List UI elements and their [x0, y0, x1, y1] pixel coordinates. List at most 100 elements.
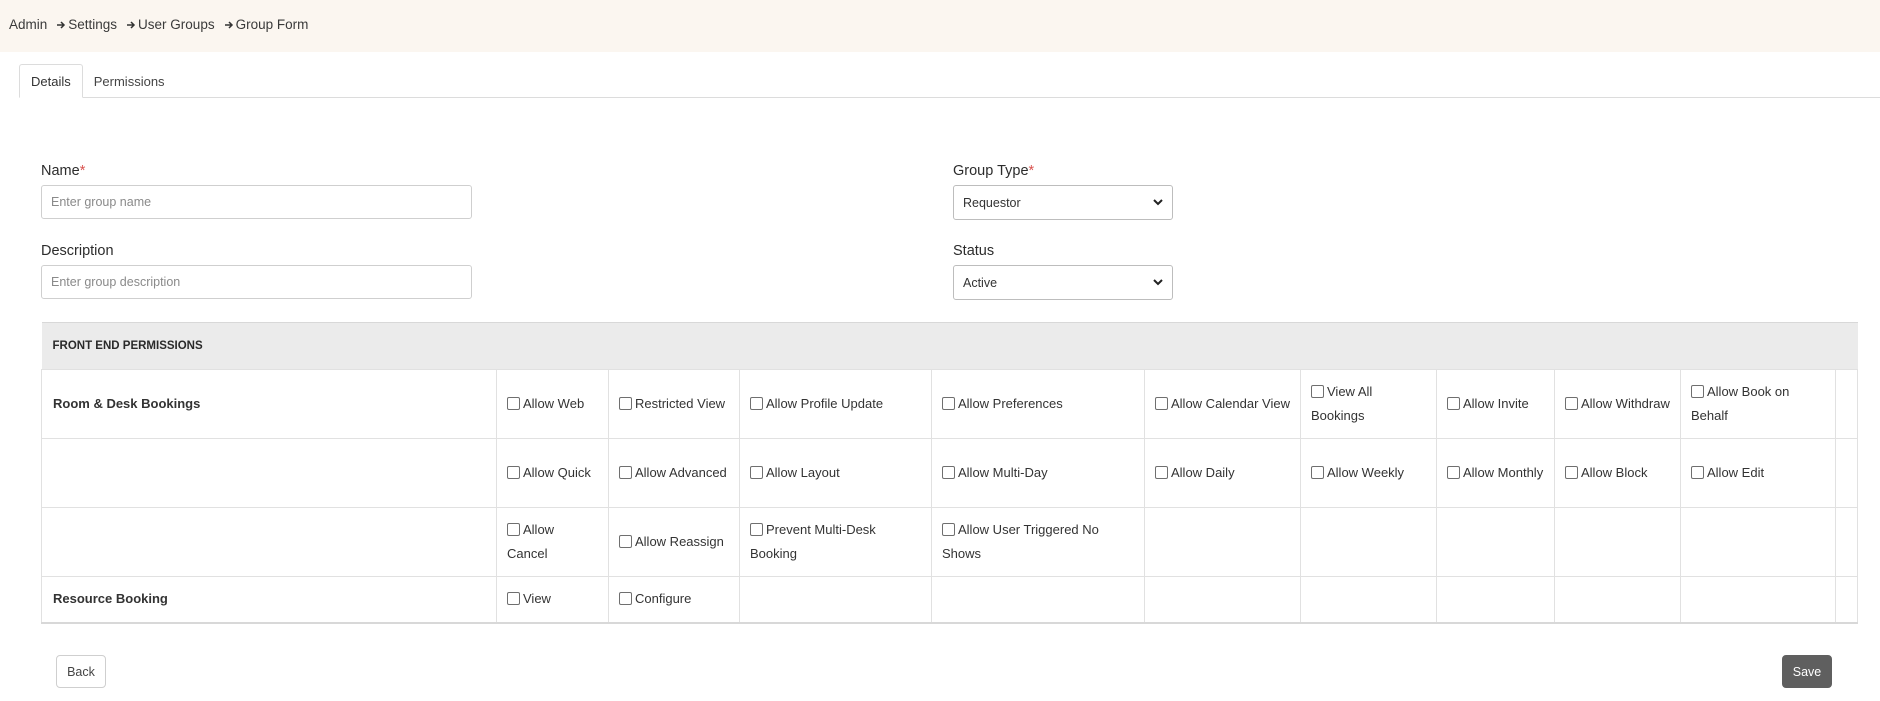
permission-cell: Allow Profile Update — [739, 369, 932, 439]
empty-cell — [1436, 576, 1555, 624]
permission-label[interactable]: Allow Weekly — [1327, 465, 1404, 480]
permission-checkbox[interactable] — [1691, 466, 1704, 479]
group-description-input[interactable] — [41, 265, 472, 299]
status-label: Status — [953, 243, 995, 259]
back-button[interactable]: Back — [56, 655, 106, 688]
permission-cell: Restricted View — [608, 369, 740, 439]
chevron-down-icon — [1153, 199, 1163, 206]
permission-label[interactable]: Allow Withdraw — [1581, 396, 1670, 411]
permission-checkbox[interactable] — [507, 466, 520, 479]
permission-row-label: Resource Booking — [41, 576, 497, 624]
empty-cell — [1834, 438, 1859, 508]
permission-checkbox[interactable] — [507, 397, 520, 410]
breadcrumb-admin[interactable]: Admin — [9, 17, 47, 32]
group-type-label: Group Type* — [953, 163, 1035, 179]
permission-label[interactable]: Configure — [635, 591, 691, 606]
permission-cell: Allow User Triggered No Shows — [931, 507, 1145, 577]
required-mark: * — [79, 163, 86, 179]
permission-checkbox[interactable] — [1691, 385, 1704, 398]
permission-label[interactable]: Allow Reassign — [635, 534, 724, 549]
permission-label[interactable]: Allow Preferences — [958, 396, 1063, 411]
permission-cell: Allow Book on Behalf — [1680, 369, 1836, 439]
tab-bar: Details Permissions — [19, 64, 1880, 98]
permission-checkbox[interactable] — [1155, 397, 1168, 410]
permission-label[interactable]: Allow Advanced — [635, 465, 727, 480]
permission-row: Resource Booking View Configure — [41, 576, 1859, 624]
permission-checkbox[interactable] — [619, 397, 632, 410]
permission-label[interactable]: Allow Block — [1581, 465, 1647, 480]
breadcrumb-settings[interactable]: Settings — [68, 17, 117, 32]
permission-checkbox[interactable] — [619, 592, 632, 606]
group-type-select[interactable]: Requestor — [953, 185, 1173, 220]
permission-checkbox[interactable] — [750, 466, 763, 479]
permission-cell: Allow Block — [1554, 438, 1681, 508]
permission-label[interactable]: Allow Calendar View — [1171, 396, 1290, 411]
permission-checkbox[interactable] — [619, 466, 632, 479]
tab-details[interactable]: Details — [19, 64, 83, 98]
arrow-right-icon — [126, 20, 136, 30]
permission-label[interactable]: Allow Layout — [766, 465, 840, 480]
permission-checkbox[interactable] — [942, 466, 955, 479]
empty-cell — [1834, 576, 1859, 624]
permission-cell: Prevent Multi-Desk Booking — [739, 507, 932, 577]
permission-cell: Allow Edit — [1680, 438, 1836, 508]
permission-checkbox[interactable] — [1311, 466, 1324, 479]
permission-checkbox[interactable] — [1155, 466, 1168, 479]
permission-checkbox[interactable] — [750, 523, 763, 536]
breadcrumb-user-groups[interactable]: User Groups — [138, 17, 215, 32]
permission-row-label — [41, 438, 497, 508]
arrow-right-icon — [56, 20, 66, 30]
permission-cell: Allow Calendar View — [1144, 369, 1301, 439]
permission-cell: Configure — [608, 576, 740, 624]
permission-label[interactable]: Allow Edit — [1707, 465, 1764, 480]
permission-label[interactable]: Allow Quick — [523, 465, 591, 480]
empty-cell — [1144, 576, 1301, 624]
permission-row: Allow Quick Allow Advanced Allow Layout All… — [41, 438, 1859, 508]
permission-checkbox[interactable] — [507, 592, 520, 606]
permission-label[interactable]: Restricted View — [635, 396, 725, 411]
permission-label[interactable]: Allow Profile Update — [766, 396, 883, 411]
permission-cell: Allow Reassign — [608, 507, 740, 577]
permission-checkbox[interactable] — [750, 397, 763, 410]
permission-label[interactable]: Allow Book on Behalf — [1691, 384, 1789, 423]
permission-cell: Allow Multi-Day — [931, 438, 1145, 508]
empty-cell — [1834, 507, 1859, 577]
permission-checkbox[interactable] — [942, 523, 955, 536]
permission-row: Allow Cancel Allow Reassign Prevent Multi-… — [41, 507, 1859, 577]
empty-cell — [1300, 507, 1437, 577]
arrow-right-icon — [224, 20, 234, 30]
permission-label[interactable]: View — [523, 591, 551, 606]
empty-cell — [1144, 507, 1301, 577]
permission-cell: Allow Withdraw — [1554, 369, 1681, 439]
permission-checkbox[interactable] — [942, 397, 955, 410]
permission-label[interactable]: Allow Web — [523, 396, 584, 411]
permission-checkbox[interactable] — [507, 523, 520, 536]
group-name-input[interactable] — [41, 185, 472, 219]
permission-label[interactable]: Allow User Triggered No Shows — [942, 522, 1099, 561]
permission-label[interactable]: Allow Daily — [1171, 465, 1235, 480]
permission-label[interactable]: Allow Monthly — [1463, 465, 1543, 480]
permission-label[interactable]: Allow Multi-Day — [958, 465, 1048, 480]
name-field: Name* — [41, 163, 472, 219]
save-button[interactable]: Save — [1782, 655, 1832, 688]
permission-checkbox[interactable] — [1447, 466, 1460, 479]
permissions-table: FRONT END PERMISSIONS Room & Desk Bookin… — [41, 322, 1859, 624]
permission-label[interactable]: Allow Invite — [1463, 396, 1529, 411]
chevron-down-icon — [1153, 279, 1163, 286]
permission-checkbox[interactable] — [1447, 397, 1460, 410]
permission-checkbox[interactable] — [1565, 466, 1578, 479]
empty-cell — [931, 576, 1145, 624]
permission-checkbox[interactable] — [619, 535, 632, 548]
permission-cell: Allow Layout — [739, 438, 932, 508]
description-field: Description — [41, 243, 472, 299]
status-select[interactable]: Active — [953, 265, 1173, 300]
permission-checkbox[interactable] — [1565, 397, 1578, 410]
tab-permissions[interactable]: Permissions — [83, 64, 176, 98]
permission-cell: Allow Web — [496, 369, 609, 439]
description-label: Description — [41, 243, 114, 259]
permission-checkbox[interactable] — [1311, 385, 1324, 398]
permission-label[interactable]: Prevent Multi-Desk Booking — [750, 522, 876, 561]
empty-cell — [1834, 369, 1859, 439]
required-mark: * — [1028, 163, 1035, 179]
permission-cell: View All Bookings — [1300, 369, 1437, 439]
